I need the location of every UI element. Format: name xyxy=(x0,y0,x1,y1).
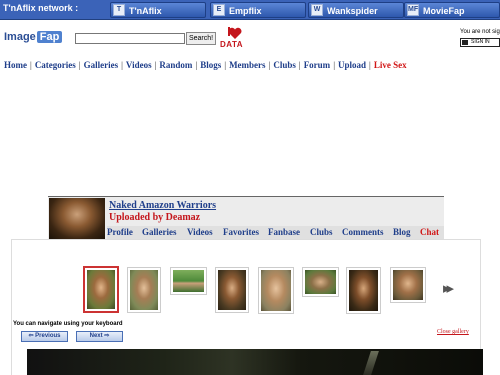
gallery-title[interactable]: Naked Amazon Warriors xyxy=(109,200,216,211)
next-button[interactable]: Next ⇨ xyxy=(76,331,123,342)
previous-button[interactable]: ⇦ Previous xyxy=(21,331,68,342)
uploaded-by: Uploaded by Deamaz xyxy=(109,212,201,223)
network-site-label: Wankspider xyxy=(327,6,378,16)
nav-live-sex[interactable]: Live Sex xyxy=(374,60,407,70)
login-status-text: You are not sig xyxy=(460,29,500,35)
subnav-blog[interactable]: Blog xyxy=(393,227,411,237)
thumbnail-image xyxy=(349,270,378,311)
main-nav: Home | Categories | Galleries | Videos | Random |… xyxy=(4,60,407,70)
gallery-thumbnail[interactable] xyxy=(258,267,294,314)
image-detail xyxy=(363,351,379,375)
subnav-comments[interactable]: Comments xyxy=(342,227,384,237)
subnav-fanbase[interactable]: Fanbase xyxy=(268,227,300,237)
nav-categories[interactable]: Categories xyxy=(35,60,76,70)
network-site-empflix[interactable]: E Empflix xyxy=(210,2,306,18)
network-site-label: Empflix xyxy=(229,6,262,16)
gallery-thumbnail[interactable] xyxy=(302,267,339,297)
nav-galleries[interactable]: Galleries xyxy=(84,60,119,70)
nav-separator: | xyxy=(268,60,271,70)
gallery-thumbnail[interactable] xyxy=(390,267,426,303)
thumbnail-image xyxy=(305,270,336,294)
network-label: T'nAflix network : xyxy=(3,3,79,13)
nav-forum[interactable]: Forum xyxy=(304,60,331,70)
network-site-moviefap[interactable]: MF MovieFap xyxy=(404,2,500,18)
empflix-icon: E xyxy=(213,4,225,16)
next-thumbnails-icon[interactable]: ▸▸ xyxy=(443,279,454,297)
search-input[interactable] xyxy=(75,33,185,44)
network-site-label: MovieFap xyxy=(423,6,465,16)
thumbnail-image xyxy=(173,270,204,292)
logo-word-image: Image xyxy=(3,31,37,43)
heart-icon[interactable] xyxy=(228,27,242,40)
gallery-header: Naked Amazon Warriors Uploaded by Deamaz… xyxy=(48,196,444,240)
wankspider-icon: W xyxy=(311,4,323,16)
nav-videos[interactable]: Videos xyxy=(126,60,152,70)
nav-random[interactable]: Random xyxy=(159,60,192,70)
network-site-tnaflix[interactable]: T T'nAflix xyxy=(110,2,206,18)
nav-blogs[interactable]: Blogs xyxy=(200,60,221,70)
nav-separator: | xyxy=(333,60,335,70)
profile-subnav: Profile Galleries Videos Favorites Fanba… xyxy=(107,226,444,240)
nav-separator: | xyxy=(369,60,371,70)
subnav-profile[interactable]: Profile xyxy=(107,227,133,237)
sign-in-label: SIGN IN xyxy=(471,39,490,45)
close-gallery-link[interactable]: Close gallery xyxy=(437,329,469,335)
play-icon xyxy=(462,40,468,45)
thumbnail-image xyxy=(393,270,423,300)
gallery-thumbnail[interactable] xyxy=(215,267,249,313)
keyboard-hint: You can navigate using your keyboard xyxy=(13,321,123,327)
gallery-thumbnail[interactable] xyxy=(346,267,381,314)
nav-upload[interactable]: Upload xyxy=(338,60,366,70)
nav-separator: | xyxy=(195,60,198,70)
gallery-thumbnail[interactable] xyxy=(170,267,207,295)
next-label: Next xyxy=(89,333,103,339)
nav-separator: | xyxy=(154,60,157,70)
logo-word-fap: Fap xyxy=(36,31,63,43)
data-badge[interactable]: DATA xyxy=(220,40,243,49)
subnav-galleries[interactable]: Galleries xyxy=(142,227,177,237)
subnav-chat[interactable]: Chat xyxy=(420,227,439,237)
subnav-favorites[interactable]: Favorites xyxy=(223,227,259,237)
thumbnail-image xyxy=(218,270,246,310)
network-site-label: T'nAflix xyxy=(129,6,162,16)
nav-separator: | xyxy=(121,60,123,70)
gallery-thumbnail[interactable] xyxy=(127,267,161,313)
arrow-right-icon: ⇨ xyxy=(104,333,110,339)
nav-separator: | xyxy=(78,60,81,70)
subnav-videos[interactable]: Videos xyxy=(187,227,213,237)
sign-in-button[interactable]: SIGN IN xyxy=(460,38,500,47)
uploader-avatar[interactable] xyxy=(49,198,105,239)
arrow-left-icon: ⇦ xyxy=(28,333,34,339)
network-site-wankspider[interactable]: W Wankspider xyxy=(308,2,404,18)
nav-clubs[interactable]: Clubs xyxy=(273,60,296,70)
search-button[interactable]: Search! xyxy=(186,32,216,45)
nav-members[interactable]: Members xyxy=(229,60,265,70)
thumbnail-image xyxy=(261,270,291,311)
nav-separator: | xyxy=(298,60,301,70)
subnav-clubs[interactable]: Clubs xyxy=(310,227,333,237)
previous-label: Previous xyxy=(35,333,61,339)
main-gallery-image[interactable] xyxy=(27,349,483,375)
thumbnail-image xyxy=(130,270,158,310)
site-logo[interactable]: Image Fap xyxy=(3,31,63,45)
tnaflix-icon: T xyxy=(113,4,125,16)
nav-separator: | xyxy=(224,60,227,70)
gallery-thumbnail[interactable] xyxy=(83,266,119,313)
network-bar: T'nAflix network : T T'nAflix E Empflix … xyxy=(0,0,500,20)
nav-home[interactable]: Home xyxy=(4,60,27,70)
nav-separator: | xyxy=(30,60,32,70)
thumbnail-image xyxy=(87,270,115,309)
moviefap-icon: MF xyxy=(407,4,419,16)
